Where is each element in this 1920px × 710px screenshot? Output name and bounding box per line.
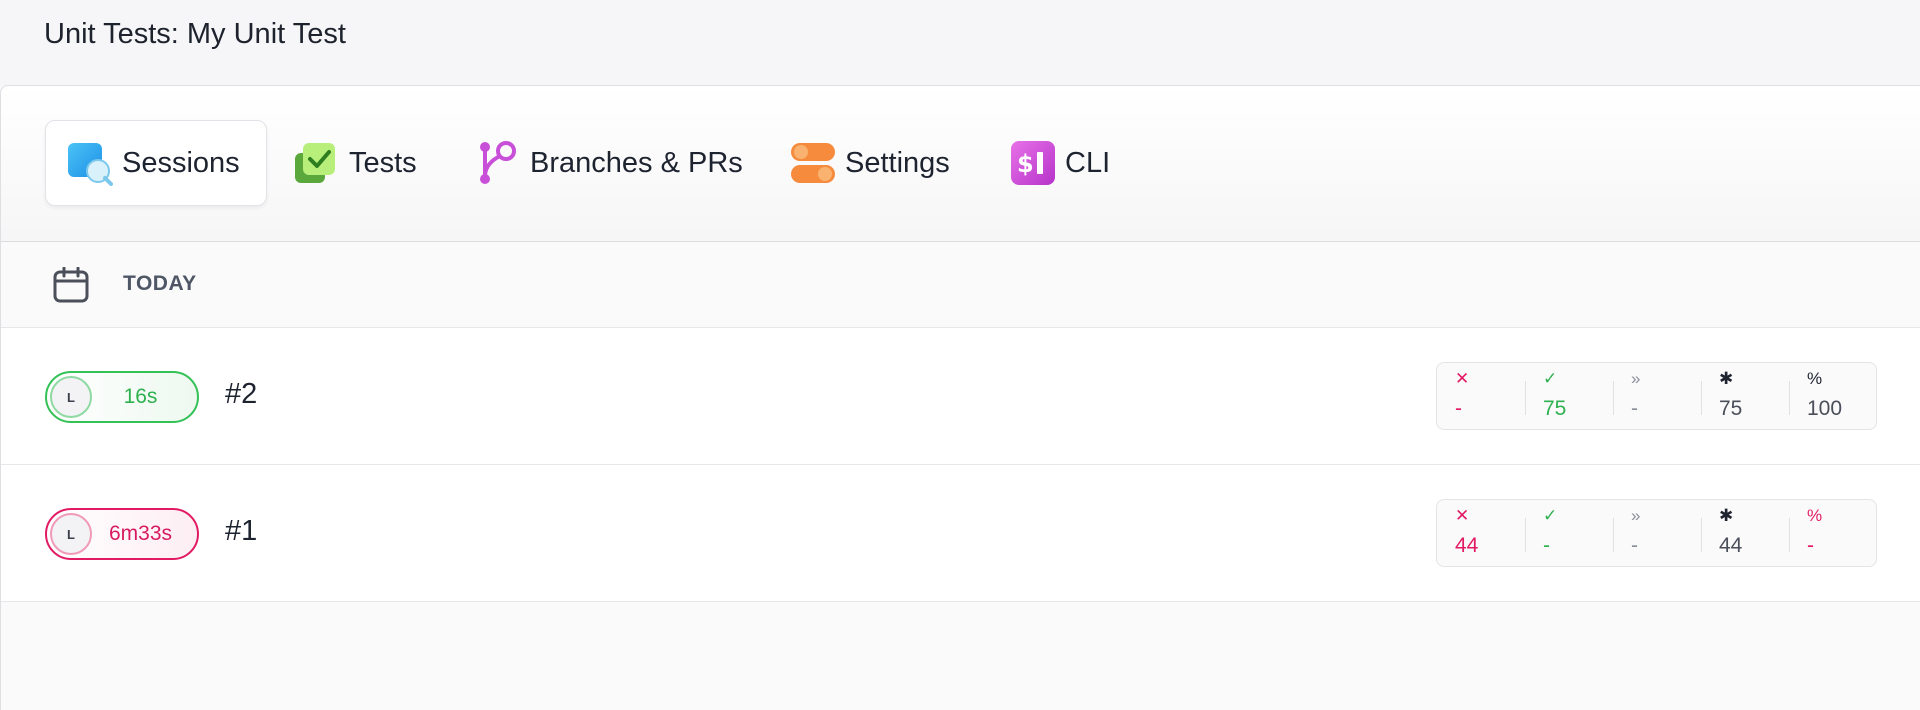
avatar: L <box>50 513 92 555</box>
passed-icon: ✓ <box>1543 369 1558 388</box>
avatar: L <box>50 376 92 418</box>
passed-value: - <box>1543 534 1550 557</box>
tab-tests-label: Tests <box>349 146 417 179</box>
percent-value: 100 <box>1807 397 1843 420</box>
duration-pill: L 16s <box>45 371 199 423</box>
failed-value: 44 <box>1455 534 1479 557</box>
session-row[interactable]: L 6m33s #1 ✕ 44 ✓ - » - ✱ 44 % - <box>1 465 1920 602</box>
duration-pill: L 6m33s <box>45 508 199 560</box>
stat-passed: ✓ - <box>1525 500 1613 568</box>
passed-value: 75 <box>1543 397 1567 420</box>
session-number: #1 <box>225 515 258 547</box>
tab-cli-label: CLI <box>1065 146 1111 179</box>
tab-sessions-label: Sessions <box>122 146 240 179</box>
total-value: 75 <box>1719 397 1743 420</box>
tab-settings[interactable]: Settings <box>789 120 950 206</box>
session-number: #2 <box>225 378 258 410</box>
percent-icon: % <box>1807 369 1823 388</box>
skipped-icon: » <box>1631 506 1641 525</box>
percent-icon: % <box>1807 506 1823 525</box>
tab-settings-label: Settings <box>845 146 950 179</box>
date-group-header: TODAY <box>1 242 1920 328</box>
stat-total: ✱ 44 <box>1701 500 1789 568</box>
skipped-value: - <box>1631 397 1638 420</box>
calendar-icon <box>53 266 89 303</box>
duration-text: 6m33s <box>108 522 173 545</box>
tests-icon <box>293 139 341 187</box>
page-title: Unit Tests: My Unit Test <box>44 18 346 50</box>
stats-box: ✕ 44 ✓ - » - ✱ 44 % - <box>1436 499 1877 567</box>
failed-icon: ✕ <box>1455 506 1470 525</box>
sessions-icon <box>66 139 114 187</box>
stats-box: ✕ - ✓ 75 » - ✱ 75 % 100 <box>1436 362 1877 430</box>
tab-cli[interactable]: $ CLI <box>1009 120 1110 206</box>
stat-failed: ✕ - <box>1437 363 1525 431</box>
duration-text: 16s <box>123 385 158 408</box>
stat-failed: ✕ 44 <box>1437 500 1525 568</box>
stat-passed: ✓ 75 <box>1525 363 1613 431</box>
date-group-label: TODAY <box>123 272 197 295</box>
tab-bar: Sessions Tests Branches & PRs Settings $… <box>1 86 1920 242</box>
tab-sessions[interactable]: Sessions <box>45 120 267 206</box>
settings-icon <box>789 139 837 187</box>
branches-icon <box>474 139 522 187</box>
passed-icon: ✓ <box>1543 506 1558 525</box>
total-icon: ✱ <box>1719 369 1734 388</box>
skipped-value: - <box>1631 534 1638 557</box>
cli-icon: $ <box>1009 139 1057 187</box>
svg-text:$: $ <box>1017 150 1034 178</box>
stat-skipped: » - <box>1613 500 1701 568</box>
percent-value: - <box>1807 534 1814 557</box>
tab-branches-label: Branches & PRs <box>530 146 743 179</box>
failed-value: - <box>1455 397 1462 420</box>
total-value: 44 <box>1719 534 1743 557</box>
total-icon: ✱ <box>1719 506 1734 525</box>
main-panel: Sessions Tests Branches & PRs Settings $… <box>0 85 1920 710</box>
stat-percent: % 100 <box>1789 363 1877 431</box>
tab-tests[interactable]: Tests <box>293 120 417 206</box>
stat-total: ✱ 75 <box>1701 363 1789 431</box>
session-row[interactable]: L 16s #2 ✕ - ✓ 75 » - ✱ 75 % 100 <box>1 328 1920 465</box>
failed-icon: ✕ <box>1455 369 1470 388</box>
tab-branches[interactable]: Branches & PRs <box>474 120 743 206</box>
stat-skipped: » - <box>1613 363 1701 431</box>
skipped-icon: » <box>1631 369 1641 388</box>
stat-percent: % - <box>1789 500 1877 568</box>
page-header: Unit Tests: My Unit Test <box>0 0 1920 86</box>
